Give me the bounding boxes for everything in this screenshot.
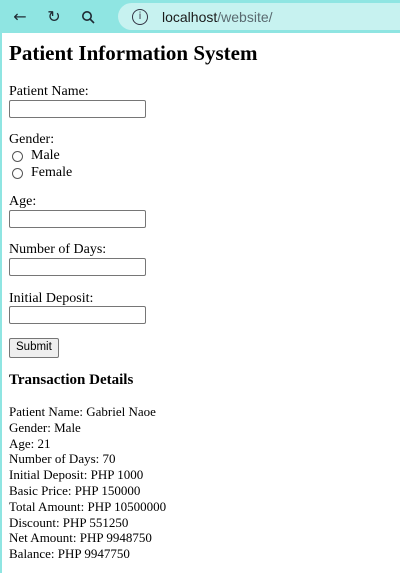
detail-line: Basic Price: PHP 150000 xyxy=(9,482,141,498)
detail-line: Age: 21 xyxy=(9,435,51,451)
page-title: Patient Information System xyxy=(9,41,258,65)
gender-label: Gender: xyxy=(9,132,55,147)
age-label: Age: xyxy=(9,194,37,209)
detail-line: Balance: PHP 9947750 xyxy=(9,546,130,562)
patient-name-input[interactable] xyxy=(9,100,146,118)
url-path: /website/ xyxy=(217,8,273,25)
detail-line: Discount: PHP 551250 xyxy=(9,514,129,530)
detail-line: Net Amount: PHP 9948750 xyxy=(9,530,152,546)
deposit-label: Initial Deposit: xyxy=(9,291,94,306)
detail-line: Gender: Male xyxy=(9,419,81,435)
transaction-heading: Transaction Details xyxy=(9,372,134,388)
reload-icon[interactable]: ↻ xyxy=(42,5,66,29)
deposit-input[interactable] xyxy=(9,306,146,324)
browser-toolbar: ← ↻ i localhost/website/ xyxy=(0,0,400,33)
url-text[interactable]: localhost/website/ xyxy=(162,9,273,25)
detail-line: Number of Days: 70 xyxy=(9,451,116,467)
gender-female-label: Female xyxy=(31,165,73,180)
gender-male-radio[interactable] xyxy=(12,150,23,162)
detail-line: Initial Deposit: PHP 1000 xyxy=(9,467,144,483)
detail-line: Total Amount: PHP 10500000 xyxy=(9,498,167,514)
gender-female-option[interactable]: Female xyxy=(12,165,72,181)
gender-female-radio[interactable] xyxy=(12,167,23,179)
days-label: Number of Days: xyxy=(9,242,107,257)
info-icon[interactable]: i xyxy=(132,8,148,25)
page-content: Patient Information System Patient Name:… xyxy=(0,33,400,573)
age-input[interactable] xyxy=(9,210,146,228)
address-bar[interactable]: i localhost/website/ xyxy=(118,3,400,30)
gender-male-option[interactable]: Male xyxy=(12,148,60,164)
search-icon[interactable] xyxy=(76,5,100,29)
url-host: localhost xyxy=(162,8,218,25)
transaction-details: Patient Name: Gabriel Naoe Gender: Male … xyxy=(9,404,166,562)
submit-button[interactable]: Submit xyxy=(9,338,59,358)
days-input[interactable] xyxy=(9,258,146,276)
patient-name-label: Patient Name: xyxy=(9,84,89,99)
gender-male-label: Male xyxy=(31,148,60,163)
detail-line: Patient Name: Gabriel Naoe xyxy=(9,404,156,419)
back-arrow-icon[interactable]: ← xyxy=(8,5,32,29)
